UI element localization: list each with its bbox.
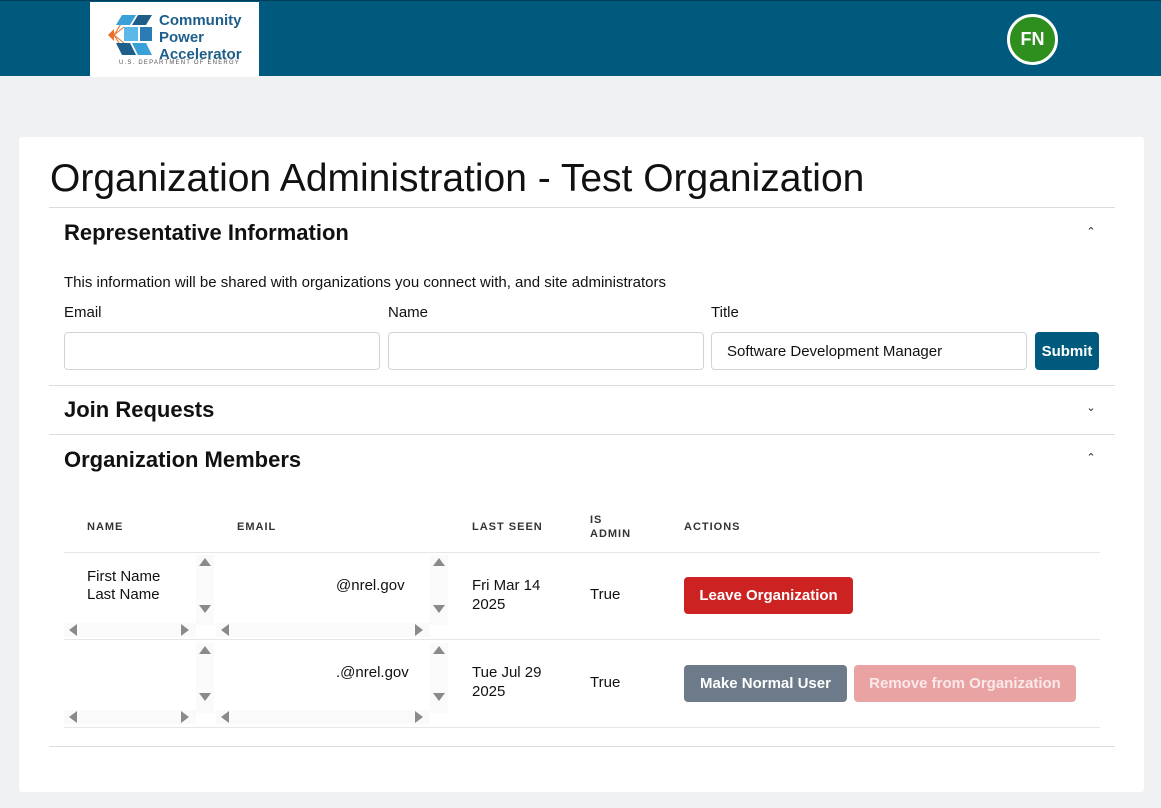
scroll-down-icon[interactable] [433, 693, 445, 701]
divider [49, 385, 1115, 386]
column-header-email: EMAIL [237, 521, 277, 533]
scroll-left-icon[interactable] [221, 711, 229, 723]
email-horizontal-scrollbar[interactable] [216, 710, 430, 724]
page-title: Organization Administration - Test Organ… [50, 157, 865, 200]
column-header-last-seen: LAST SEEN [472, 521, 543, 533]
member-email: .@nrel.gov [336, 664, 409, 681]
scroll-down-icon[interactable] [199, 693, 211, 701]
scroll-right-icon[interactable] [415, 711, 423, 723]
member-last-seen-year: 2025 [472, 683, 506, 700]
submit-button[interactable]: Submit [1035, 332, 1099, 370]
top-nav-bar: Community Power Accelerator U.S. DEPARTM… [0, 0, 1161, 77]
member-last-name: Last Name [87, 586, 160, 603]
scroll-right-icon[interactable] [415, 624, 423, 636]
name-vertical-scrollbar[interactable] [196, 643, 214, 713]
divider [49, 207, 1115, 208]
name-horizontal-scrollbar[interactable] [64, 623, 196, 637]
scroll-left-icon[interactable] [221, 624, 229, 636]
divider [64, 639, 1100, 640]
member-last-seen-date: Tue Jul 29 [472, 664, 542, 681]
representative-section-header[interactable]: Representative Information [64, 220, 349, 246]
divider [64, 552, 1100, 553]
email-vertical-scrollbar[interactable] [430, 643, 448, 713]
member-first-name: First Name [87, 568, 161, 585]
email-horizontal-scrollbar[interactable] [216, 623, 430, 637]
title-field[interactable] [711, 332, 1027, 370]
representative-description: This information will be shared with org… [64, 274, 666, 291]
scroll-down-icon[interactable] [433, 605, 445, 613]
remove-from-organization-button[interactable]: Remove from Organization [854, 665, 1076, 702]
member-last-seen-date: Fri Mar 14 [472, 577, 541, 594]
email-field[interactable] [64, 332, 380, 370]
divider [49, 434, 1115, 435]
member-last-seen-year: 2025 [472, 596, 506, 613]
make-normal-user-button[interactable]: Make Normal User [684, 665, 847, 702]
chevron-up-icon[interactable]: ⌃ [1085, 225, 1097, 238]
user-avatar[interactable]: FN [1007, 14, 1058, 65]
member-is-admin: True [590, 674, 621, 691]
join-requests-section-header[interactable]: Join Requests [64, 397, 214, 423]
admin-card: Organization Administration - Test Organ… [19, 137, 1144, 792]
community-power-accelerator-logo[interactable]: Community Power Accelerator U.S. DEPARTM… [90, 2, 259, 77]
scroll-up-icon[interactable] [433, 558, 445, 566]
email-label: Email [64, 304, 102, 321]
members-section-header[interactable]: Organization Members [64, 447, 301, 473]
logo-subtitle: U.S. DEPARTMENT OF ENERGY [119, 60, 241, 66]
scroll-up-icon[interactable] [433, 646, 445, 654]
column-header-name: NAME [87, 521, 124, 533]
name-field[interactable] [388, 332, 704, 370]
scroll-up-icon[interactable] [199, 646, 211, 654]
name-vertical-scrollbar[interactable] [196, 555, 214, 625]
scroll-left-icon[interactable] [69, 624, 77, 636]
member-email: @nrel.gov [336, 577, 405, 594]
logo-mark-icon [108, 15, 152, 55]
title-label: Title [711, 304, 739, 321]
leave-organization-button[interactable]: Leave Organization [684, 577, 853, 614]
scroll-down-icon[interactable] [199, 605, 211, 613]
chevron-up-icon[interactable]: ⌃ [1085, 451, 1097, 464]
column-header-actions: ACTIONS [684, 521, 741, 533]
column-header-is-admin: IS ADMIN [590, 514, 632, 540]
scroll-up-icon[interactable] [199, 558, 211, 566]
name-horizontal-scrollbar[interactable] [64, 710, 196, 724]
divider [49, 746, 1115, 747]
logo-wordmark: Community Power Accelerator [159, 12, 242, 63]
scroll-right-icon[interactable] [181, 624, 189, 636]
chevron-down-icon[interactable]: ⌄ [1085, 401, 1097, 414]
name-label: Name [388, 304, 429, 321]
member-is-admin: True [590, 586, 621, 603]
divider [64, 727, 1100, 728]
scroll-left-icon[interactable] [69, 711, 77, 723]
scroll-right-icon[interactable] [181, 711, 189, 723]
email-vertical-scrollbar[interactable] [430, 555, 448, 625]
